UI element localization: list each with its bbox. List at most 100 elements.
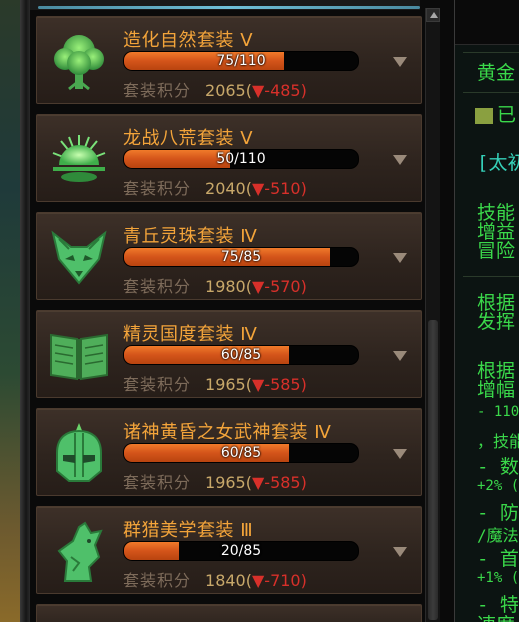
- score-diff: -510: [264, 179, 301, 198]
- expand-arrow-icon[interactable]: [393, 449, 407, 459]
- score-label: 套装积分: [123, 277, 192, 296]
- set-card[interactable]: 精灵国度套装 Ⅳ 60/85 套装积分 1965(▼-585): [36, 310, 422, 398]
- diff-close-paren: ): [300, 277, 307, 296]
- down-arrow-icon: ▼: [251, 179, 265, 198]
- set-card[interactable]: 龙战八荒套装 Ⅴ 50/110 套装积分 2040(▼-510): [36, 114, 422, 202]
- score-diff: -570: [264, 277, 301, 296]
- set-progress-bar: 50/110: [123, 149, 359, 169]
- score-label: 套装积分: [123, 473, 192, 492]
- tooltip-line: 增幅: [477, 379, 516, 401]
- scroll-up-button[interactable]: [426, 8, 440, 22]
- score-value: 1980: [205, 277, 246, 296]
- score-diff: -585: [264, 375, 301, 394]
- diff-close-paren: ): [300, 179, 307, 198]
- score-value: 1965: [205, 473, 246, 492]
- down-arrow-icon: ▼: [251, 375, 265, 394]
- set-score-line: 套装积分 1965(▼-585): [123, 469, 307, 493]
- set-progress-text: 75/110: [216, 53, 266, 69]
- tooltip-line: ，技能: [477, 432, 519, 451]
- book-icon: [45, 321, 113, 389]
- set-name: 龙战八荒套装 Ⅴ: [123, 128, 254, 149]
- separator: [463, 92, 519, 93]
- score-label: 套装积分: [123, 375, 192, 394]
- expand-arrow-icon[interactable]: [393, 155, 407, 165]
- left-frame-border: [20, 0, 30, 622]
- tooltip-line: [太初: [477, 152, 519, 174]
- set-progress-bar: 75/85: [123, 247, 359, 267]
- tooltip-header: [455, 0, 519, 45]
- scrollbar[interactable]: [425, 8, 440, 622]
- wolf-icon: [45, 517, 113, 585]
- set-progress-text: 60/85: [220, 445, 262, 461]
- rising-sun-icon: [45, 125, 113, 193]
- tooltip-line: 速度: [477, 610, 515, 622]
- score-label: 套装积分: [123, 81, 192, 100]
- score-diff: -485: [264, 81, 301, 100]
- set-progress-text: 50/110: [216, 151, 266, 167]
- tooltip-line: +1% (: [477, 570, 519, 586]
- tooltip-line: /魔法: [477, 526, 519, 545]
- set-score-line: 套装积分 1840(▼-710): [123, 567, 307, 591]
- tooltip-line: 冒险: [477, 240, 516, 262]
- set-card[interactable]: 青丘灵珠套装 Ⅳ 75/85 套装积分 1980(▼-570): [36, 212, 422, 300]
- set-score-line: 套装积分 1980(▼-570): [123, 273, 307, 297]
- expand-arrow-icon[interactable]: [393, 351, 407, 361]
- tree-icon: [45, 27, 113, 95]
- score-value: 2040: [205, 179, 246, 198]
- expand-arrow-icon[interactable]: [393, 57, 407, 67]
- set-progress-text: 60/85: [220, 347, 262, 363]
- tooltip-line: 已: [475, 100, 516, 127]
- set-card[interactable]: 群猎美学套装 Ⅲ 20/85 套装积分 1840(▼-710): [36, 506, 422, 594]
- set-score-line: 套装积分 2040(▼-510): [123, 175, 307, 199]
- score-label: 套装积分: [123, 179, 192, 198]
- set-progress-bar: 60/85: [123, 443, 359, 463]
- diff-close-paren: ): [300, 375, 307, 394]
- separator: [463, 276, 519, 277]
- set-progress-bar: 75/110: [123, 51, 359, 71]
- tooltip-line: 发挥: [477, 311, 516, 333]
- separator: [463, 52, 519, 53]
- tooltip-line-text: 已: [497, 104, 517, 126]
- score-diff: -585: [264, 473, 301, 492]
- set-name: 青丘灵珠套装 Ⅳ: [123, 226, 258, 247]
- score-value: 2065: [205, 81, 246, 100]
- tooltip-line: - 首: [477, 548, 519, 570]
- set-card-partial[interactable]: [36, 604, 422, 622]
- tooltip-line: - 防: [477, 502, 519, 524]
- set-name: 造化自然套装 Ⅴ: [123, 30, 254, 51]
- set-list: 造化自然套装 Ⅴ 75/110 套装积分 2065(▼-485) 龙战八荒套装 Ⅴ: [30, 12, 422, 622]
- down-arrow-icon: ▼: [251, 81, 265, 100]
- diff-close-paren: ): [300, 81, 307, 100]
- scroll-thumb[interactable]: [428, 320, 438, 620]
- top-accent-bar: [30, 0, 420, 10]
- set-progress-bar: 20/85: [123, 541, 359, 561]
- fox-icon: [45, 223, 113, 291]
- tooltip-line: - 数: [477, 456, 519, 478]
- expand-arrow-icon[interactable]: [393, 547, 407, 557]
- set-progress-text: 20/85: [220, 543, 262, 559]
- expand-arrow-icon[interactable]: [393, 253, 407, 263]
- set-score-line: 套装积分 1965(▼-585): [123, 371, 307, 395]
- tooltip-line: +2% (: [477, 478, 519, 494]
- set-name: 诸神黄昏之女武神套装 Ⅳ: [123, 422, 332, 443]
- set-progress-text: 75/85: [220, 249, 262, 265]
- set-name: 群猎美学套装 Ⅲ: [123, 520, 254, 541]
- tooltip-panel: 黄金 已 [太初 技能 增益 冒险 根据 发挥 根据 增幅 - 110 ，技能 …: [454, 0, 519, 622]
- set-progress-bar: 60/85: [123, 345, 359, 365]
- set-name: 精灵国度套装 Ⅳ: [123, 324, 258, 345]
- score-diff: -710: [264, 571, 301, 590]
- down-arrow-icon: ▼: [251, 277, 265, 296]
- helmet-icon: [45, 419, 113, 487]
- score-label: 套装积分: [123, 571, 192, 590]
- set-score-line: 套装积分 2065(▼-485): [123, 77, 307, 101]
- tooltip-line: - 110: [477, 404, 519, 420]
- status-icon: [475, 107, 493, 124]
- down-arrow-icon: ▼: [251, 473, 265, 492]
- score-value: 1840: [205, 571, 246, 590]
- down-arrow-icon: ▼: [251, 571, 265, 590]
- set-card[interactable]: 诸神黄昏之女武神套装 Ⅳ 60/85 套装积分 1965(▼-585): [36, 408, 422, 496]
- set-card[interactable]: 造化自然套装 Ⅴ 75/110 套装积分 2065(▼-485): [36, 16, 422, 104]
- diff-close-paren: ): [300, 473, 307, 492]
- tooltip-line: 黄金: [477, 62, 516, 84]
- score-value: 1965: [205, 375, 246, 394]
